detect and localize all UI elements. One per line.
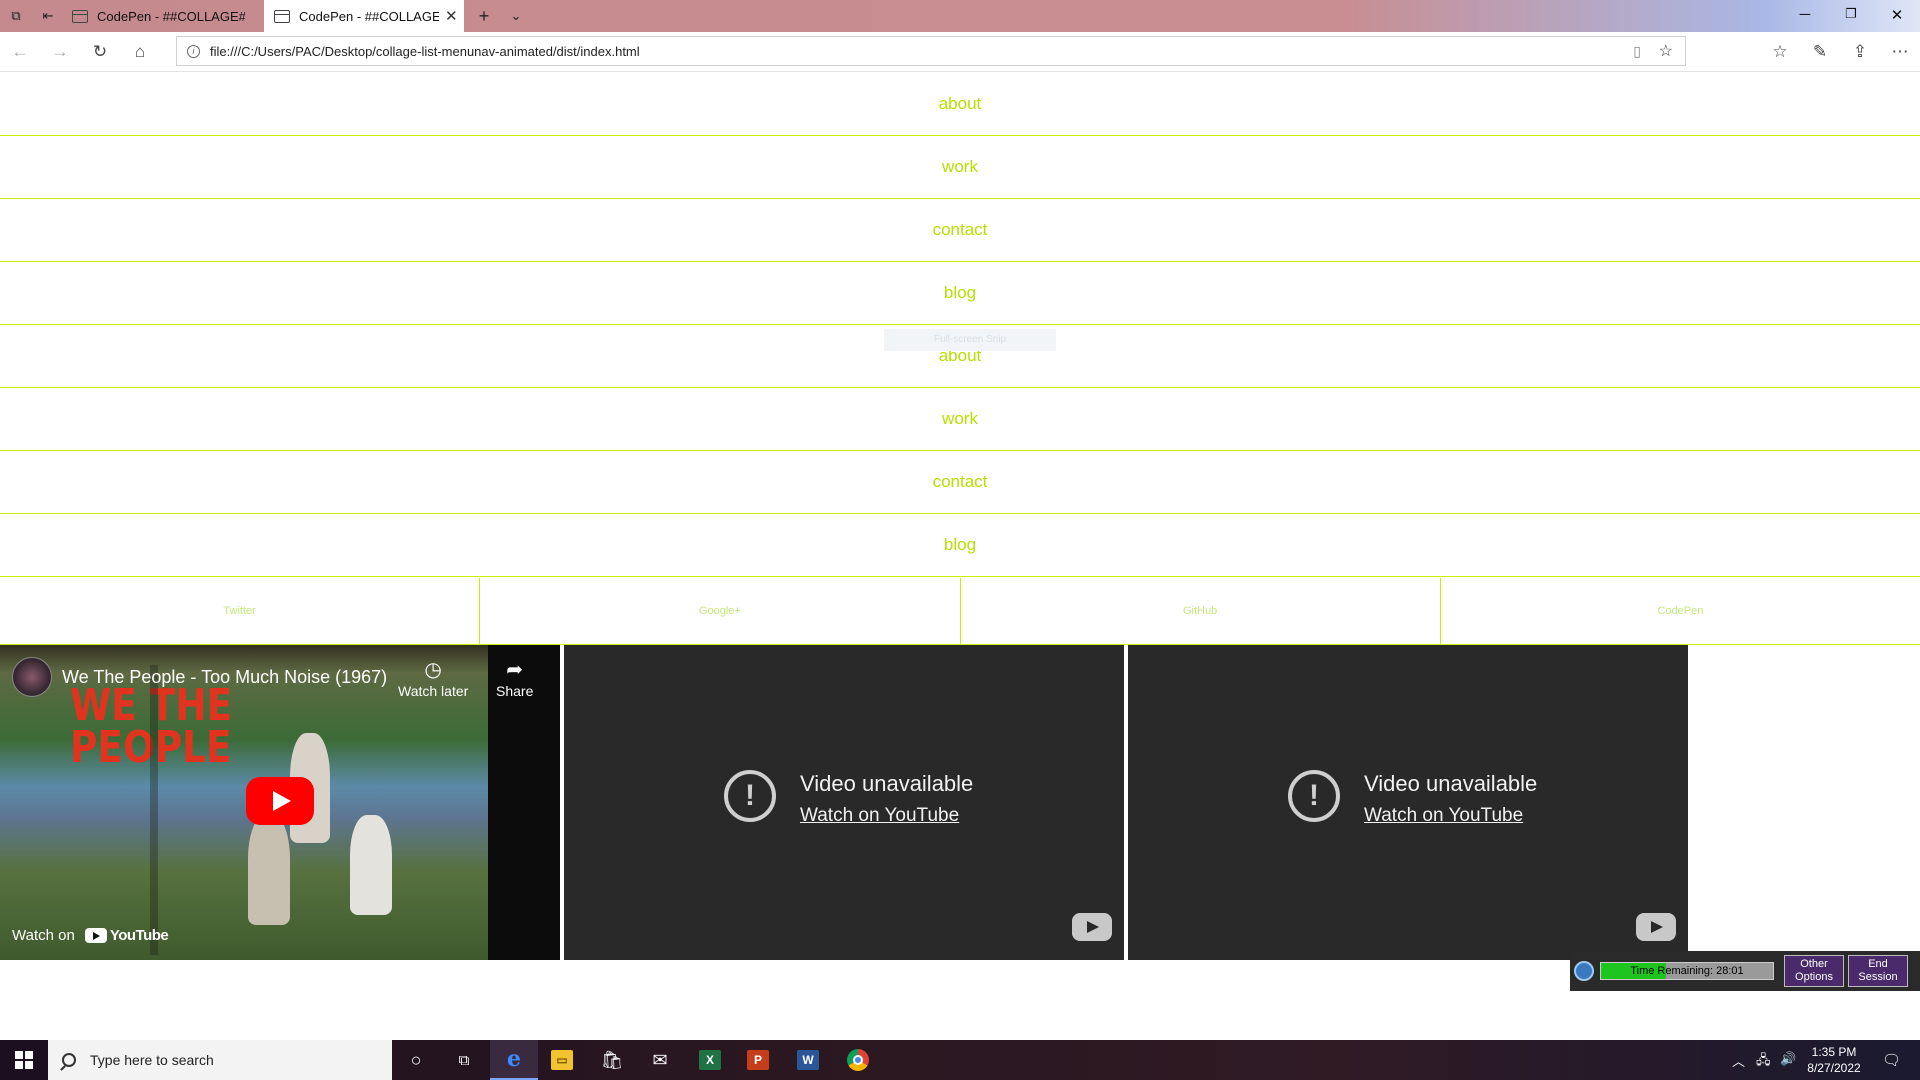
powerpoint-icon[interactable]: P — [734, 1040, 782, 1080]
youtube-play-icon — [84, 927, 107, 943]
session-globe-icon — [1574, 961, 1594, 981]
tab-actions-icon[interactable]: ⧉ — [8, 8, 24, 24]
network-icon[interactable]: 🖧 — [1756, 1051, 1771, 1073]
tab-codepen-1[interactable]: CodePen - ##COLLAGE##LI — [62, 0, 262, 32]
thumbnail-title-text: WE THE PEOPLE — [70, 680, 233, 773]
new-tab-icon[interactable]: + — [476, 7, 492, 25]
video-unavailable-message: ! Video unavailable Watch on YouTube — [724, 770, 973, 828]
info-icon[interactable]: i — [187, 44, 200, 58]
windows-taskbar: Type here to search ○ ⧉ e ▭ 🛍 ✉ X P W ︿ … — [0, 1040, 1920, 1080]
youtube-icon[interactable] — [1072, 913, 1112, 941]
social-link-github[interactable]: GitHub — [961, 578, 1441, 644]
tab-title: CodePen - ##COLLAGE##LI — [97, 8, 245, 24]
search-icon — [62, 1053, 76, 1067]
video-unavailable-message: ! Video unavailable Watch on YouTube — [1288, 770, 1537, 828]
word-icon[interactable]: W — [784, 1040, 832, 1080]
nav-link-blog[interactable]: blog — [0, 514, 1920, 577]
minimize-button[interactable]: ─ — [1782, 6, 1828, 23]
browser-toolbar: ← → ↻ ⌂ i file:///C:/Users/PAC/Desktop/c… — [0, 32, 1920, 72]
chevron-down-icon[interactable]: ⌄ — [508, 8, 524, 24]
watch-on-youtube-link[interactable]: Watch on YouTube — [800, 804, 973, 828]
set-tabs-aside-icon[interactable]: ⇤ — [40, 8, 56, 24]
video-title[interactable]: We The People - Too Much Noise (1967) — [62, 667, 387, 688]
back-icon[interactable]: ← — [10, 42, 30, 62]
restore-button[interactable]: ❐ — [1828, 6, 1874, 22]
favorite-star-icon[interactable]: ☆ — [1659, 41, 1673, 61]
clock-time: 1:35 PM — [1811, 1045, 1857, 1059]
warning-icon: ! — [1288, 770, 1340, 822]
warning-icon: ! — [724, 770, 776, 822]
more-icon[interactable]: ⋯ — [1890, 42, 1910, 62]
page-icon — [274, 9, 290, 23]
youtube-icon[interactable] — [1636, 913, 1676, 941]
share-arrow-icon: ➦ — [506, 659, 524, 681]
nav-link-blog[interactable]: blog — [0, 262, 1920, 325]
cortana-icon[interactable]: ○ — [392, 1040, 440, 1080]
nav-link-contact[interactable]: contact — [0, 451, 1920, 514]
chevron-up-icon[interactable]: ︿ — [1732, 1051, 1745, 1070]
youtube-embed-2[interactable]: ! Video unavailable Watch on YouTube — [564, 645, 1124, 960]
share-icon[interactable]: ⇪ — [1850, 42, 1870, 62]
reading-view-icon[interactable]: ▯ — [1633, 43, 1641, 60]
refresh-icon[interactable]: ↻ — [90, 42, 110, 62]
share-label: Share — [496, 683, 534, 699]
excel-icon[interactable]: X — [686, 1040, 734, 1080]
time-remaining-bar: Time Remaining: 28:01 — [1600, 962, 1774, 980]
watch-on-youtube-link[interactable]: Watch on YouTube — [1364, 804, 1537, 828]
edge-icon[interactable]: e — [490, 1040, 538, 1080]
tab-codepen-2[interactable]: CodePen - ##COLLAGE## ✕ — [264, 0, 464, 32]
channel-avatar[interactable] — [12, 657, 52, 697]
social-link-codepen[interactable]: CodePen — [1441, 578, 1920, 644]
nav-link-work[interactable]: work — [0, 136, 1920, 199]
system-clock[interactable]: 1:35 PM 8/27/2022 — [1794, 1044, 1874, 1076]
nav-link-work[interactable]: work — [0, 388, 1920, 451]
social-links-bar: Twitter Google+ GitHub CodePen — [0, 578, 1920, 645]
unavailable-text: Video unavailable — [1364, 771, 1538, 796]
youtube-embed-3[interactable]: ! Video unavailable Watch on YouTube — [1128, 645, 1688, 960]
snip-overlay-label: Full-screen Snip — [884, 329, 1056, 351]
tab-title: CodePen - ##COLLAGE## — [299, 8, 439, 24]
taskbar-search-box[interactable]: Type here to search — [48, 1040, 392, 1080]
start-button[interactable] — [0, 1040, 48, 1080]
clock-icon: ◷ — [424, 659, 442, 681]
windows-logo-icon — [15, 1051, 33, 1069]
watch-later-label: Watch later — [398, 683, 469, 699]
other-options-button[interactable]: Other Options — [1784, 955, 1844, 987]
address-bar[interactable]: i file:///C:/Users/PAC/Desktop/collage-l… — [176, 36, 1686, 66]
end-session-button[interactable]: End Session — [1848, 955, 1908, 987]
chrome-icon[interactable] — [834, 1040, 882, 1080]
social-link-twitter[interactable]: Twitter — [0, 578, 481, 644]
task-view-icon[interactable]: ⧉ — [440, 1040, 488, 1080]
social-link-googleplus[interactable]: Google+ — [480, 578, 961, 644]
youtube-logo: YouTube — [84, 926, 169, 944]
forward-icon[interactable]: → — [50, 42, 70, 62]
file-explorer-icon[interactable]: ▭ — [538, 1040, 586, 1080]
youtube-embed-1[interactable]: WE THE PEOPLE We The People - Too Much N… — [0, 645, 560, 960]
close-tab-icon[interactable]: ✕ — [445, 7, 458, 25]
watch-on-youtube-button[interactable]: Watch on YouTube — [0, 915, 169, 955]
watch-later-button[interactable]: ◷ Watch later — [398, 657, 468, 699]
favorites-icon[interactable]: ☆ — [1770, 42, 1790, 62]
page-icon — [72, 9, 88, 23]
unavailable-text: Video unavailable — [800, 771, 974, 796]
notification-center-icon[interactable]: 🗨 — [1882, 1051, 1901, 1069]
browser-title-bar: ⧉ ⇤ CodePen - ##COLLAGE##LI CodePen - ##… — [0, 0, 1920, 32]
time-remaining-label: Time Remaining: 28:01 — [1630, 965, 1744, 977]
play-button[interactable] — [246, 777, 314, 825]
nav-link-about[interactable]: about — [0, 73, 1920, 136]
url-text: file:///C:/Users/PAC/Desktop/collage-lis… — [210, 43, 640, 59]
home-icon[interactable]: ⌂ — [130, 42, 150, 62]
close-window-button[interactable]: ✕ — [1874, 6, 1920, 24]
youtube-wordmark: YouTube — [109, 926, 169, 944]
share-button[interactable]: ➦ Share — [496, 657, 533, 699]
clock-date: 8/27/2022 — [1807, 1061, 1861, 1075]
store-icon[interactable]: 🛍 — [588, 1040, 636, 1080]
notes-icon[interactable]: ✎ — [1810, 42, 1830, 62]
mail-icon[interactable]: ✉ — [636, 1040, 684, 1080]
nav-link-contact[interactable]: contact — [0, 199, 1920, 262]
session-timer-widget: Time Remaining: 28:01 Other Options End … — [1570, 951, 1920, 991]
watch-on-label: Watch on — [12, 926, 75, 944]
search-placeholder: Type here to search — [90, 1052, 214, 1068]
